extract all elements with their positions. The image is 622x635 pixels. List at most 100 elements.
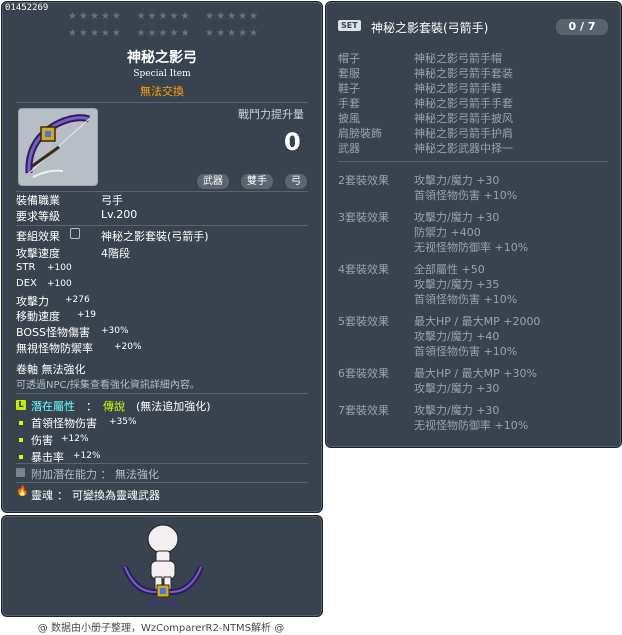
bullet-icon [19, 455, 23, 459]
item-title: 神秘之影弓 [127, 50, 197, 66]
set-piece-slot: 手套 [338, 97, 360, 110]
set-effect-line: 攻擊力/魔力 +30 [414, 382, 500, 395]
star-icon: ★ [100, 11, 110, 22]
star-icon: ★ [249, 28, 258, 39]
set-piece-slot: 披風 [338, 112, 360, 125]
star-icon: ★ [205, 11, 215, 22]
set-effect-line: 攻擊力/魔力 +40 [414, 330, 500, 343]
star-icon: ★ [180, 28, 190, 39]
attack-speed-label: 攻擊速度 [16, 247, 60, 260]
star-icon: ★ [147, 11, 157, 22]
star-icon: ★ [158, 11, 168, 22]
star-icon: ★ [205, 28, 215, 39]
set-piece-slot: 武器 [338, 142, 360, 155]
potential-label: 潛在屬性 [31, 400, 75, 413]
req-job-label: 裝備職業 [16, 194, 60, 207]
divider [16, 393, 308, 394]
set-effect-line: 首領怪物伤害 +10% [414, 293, 518, 306]
set-effect-line: 首領怪物伤害 +10% [414, 189, 518, 202]
potential-line-1-label: 首領怪物伤害 [31, 417, 97, 430]
divider [16, 463, 308, 464]
set-effect-line: 最大HP / 最大MP +30% [414, 367, 537, 380]
req-job-value: 弓手 [101, 194, 123, 207]
star-icon: ★ [216, 28, 226, 39]
power-value: 0 [284, 128, 301, 156]
set-piece-name: 神秘之影弓箭手护肩 [414, 127, 513, 140]
bow-icon [18, 108, 98, 186]
set-effect-line: 最大HP / 最大MP +2000 [414, 315, 541, 328]
tag-two-handed: 雙手 [241, 174, 273, 189]
set-effect-title: 4套裝效果 [338, 263, 389, 276]
divider [16, 102, 308, 103]
potential-line-3-value: +12% [73, 451, 101, 461]
star-icon: ★ [78, 28, 88, 39]
soul-value: 可變換為靈魂武器 [72, 489, 160, 502]
set-piece-name: 神秘之影武器中择一 [414, 142, 513, 155]
set-effect-line: 攻擊力/魔力 +30 [414, 404, 500, 417]
set-effect-value: 神秘之影套裝(弓箭手) [101, 230, 209, 243]
divider [338, 161, 608, 162]
character-preview-panel [1, 515, 323, 617]
stat-ignore-def-label: 無視怪物防禦率 [16, 342, 93, 355]
flame-icon: 🔥 [16, 486, 29, 497]
stat-boss-value: +30% [101, 326, 129, 336]
stat-dex-label: DEX [16, 278, 37, 289]
star-icon: ★ [249, 11, 258, 22]
set-info-panel: SET 神秘之影套裝(弓箭手) 0 / 7 帽子 神秘之影弓箭手帽 套服 神秘之… [325, 1, 622, 448]
divider [16, 482, 308, 483]
star-icon: ★ [238, 28, 248, 39]
star-icon: ★ [89, 28, 99, 39]
tag-bow: 弓 [285, 174, 307, 189]
set-badge: SET [338, 20, 361, 31]
tag-weapon: 武器 [197, 174, 229, 189]
star-icon: ★ [78, 11, 88, 22]
stat-attack-label: 攻擊力 [16, 295, 49, 308]
star-icon: ★ [68, 11, 77, 22]
footer-credit: @ 数据由小册子整理，WzComparerR2-NTMS解析 @ [37, 623, 285, 634]
stat-str-label: STR [16, 262, 36, 273]
set-effect-line: 攻擊力/魔力 +30 [414, 174, 500, 187]
stat-ignore-def-value: +20% [114, 342, 142, 352]
stat-dex-value: +100 [47, 279, 72, 289]
set-piece-name: 神秘之影弓箭手鞋 [414, 82, 502, 95]
set-effect-line: 攻擊力/魔力 +35 [414, 278, 500, 291]
req-level-label: 要求等級 [16, 210, 60, 223]
potential-grade: 傳說 [103, 400, 125, 413]
star-icon: ★ [227, 11, 237, 22]
set-effect-label: 套組效果 [16, 230, 60, 243]
soul-label: 靈魂 [31, 489, 53, 502]
star-force-row-1: ★ ★ ★ ★ ★ ★ ★ ★ ★ ★ ★ ★ ★ ★ ★ [68, 11, 258, 23]
set-piece-slot: 鞋子 [338, 82, 360, 95]
set-count: 0 / 7 [556, 19, 608, 35]
stat-speed-label: 移動速度 [16, 310, 60, 323]
character-avatar [117, 521, 209, 609]
item-tooltip-panel: 01452269 ★ ★ ★ ★ ★ ★ ★ ★ ★ ★ ★ ★ ★ ★ ★ ★ ★ ★ ★ ★ ★ ★ ★ ★ ★ ★… [1, 1, 323, 513]
star-icon: ★ [180, 11, 190, 22]
additional-potential: 附加潛在能力 ： 無法強化 [31, 468, 159, 481]
additional-potential-icon [16, 468, 25, 477]
potential-line-2-value: +12% [61, 434, 89, 444]
stat-str-value: +100 [47, 263, 72, 273]
star-icon: ★ [158, 28, 168, 39]
stat-speed-value: +19 [77, 310, 96, 320]
set-piece-name: 神秘之影弓箭手帽 [414, 52, 502, 65]
star-icon: ★ [216, 11, 226, 22]
power-label: 戰鬥力提升量 [238, 108, 304, 121]
star-icon: ★ [100, 28, 110, 39]
star-icon: ★ [238, 11, 248, 22]
potential-colon: ： [86, 400, 97, 413]
potential-note: (無法追加強化) [136, 400, 211, 413]
trade-status: 無法交換 [140, 85, 184, 98]
set-effect-title: 3套裝效果 [338, 211, 389, 224]
potential-line-1-value: +35% [109, 417, 137, 427]
star-icon: ★ [136, 28, 146, 39]
set-effect-line: 防禦力 +400 [414, 226, 481, 239]
set-piece-name: 神秘之影弓箭手套装 [414, 67, 513, 80]
star-icon: ★ [89, 11, 99, 22]
star-icon: ★ [136, 11, 146, 22]
star-icon: ★ [227, 28, 237, 39]
set-effect-title: 6套裝效果 [338, 367, 389, 380]
set-piece-slot: 肩膀裝飾 [338, 127, 382, 140]
set-piece-slot: 套服 [338, 67, 360, 80]
set-piece-name: 神秘之影弓箭手披风 [414, 112, 513, 125]
